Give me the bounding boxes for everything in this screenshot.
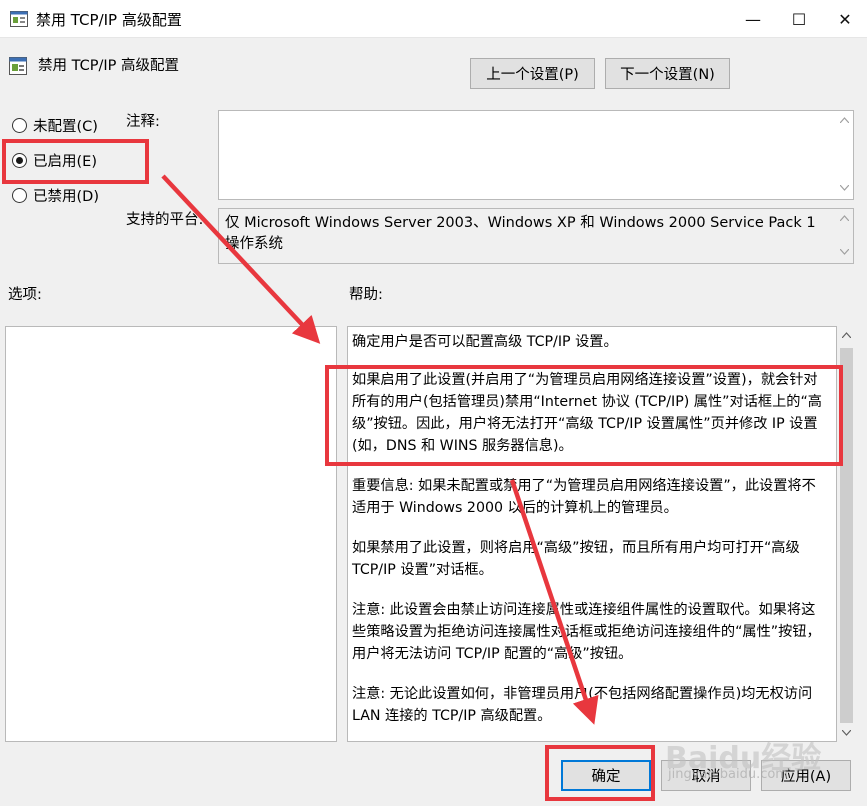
help-paragraph: 重要信息: 如果未配置或禁用了“为管理员启用网络连接设置”，此设置将不适用于 W… bbox=[352, 478, 816, 516]
options-label: 选项: bbox=[8, 287, 42, 303]
radio-not-configured-circle[interactable] bbox=[12, 118, 27, 133]
minimize-icon: — bbox=[745, 9, 761, 29]
policy-name: 禁用 TCP/IP 高级配置 bbox=[38, 58, 179, 74]
next-setting-button[interactable]: 下一个设置(N) bbox=[605, 58, 730, 89]
radio-disabled-circle[interactable] bbox=[12, 188, 27, 203]
close-icon: ✕ bbox=[838, 9, 852, 29]
annotation-box-enabled bbox=[2, 139, 149, 184]
platform-text: 仅 Microsoft Windows Server 2003、Windows … bbox=[218, 208, 854, 264]
radio-disabled-label: 已禁用(D) bbox=[33, 189, 99, 205]
radio-not-configured-label: 未配置(C) bbox=[33, 119, 98, 135]
maximize-icon: ☐ bbox=[791, 9, 807, 29]
scroll-down-icon[interactable] bbox=[840, 185, 849, 191]
comment-textarea[interactable] bbox=[218, 110, 854, 200]
close-button[interactable]: ✕ bbox=[822, 0, 867, 38]
window-title: 禁用 TCP/IP 高级配置 bbox=[36, 11, 182, 29]
annotation-box-help bbox=[325, 365, 843, 466]
policy-editor-icon bbox=[10, 11, 28, 27]
minimize-button[interactable]: — bbox=[730, 0, 776, 38]
previous-setting-button[interactable]: 上一个设置(P) bbox=[470, 58, 595, 89]
help-paragraph: 确定用户是否可以配置高级 TCP/IP 设置。 bbox=[352, 334, 618, 350]
scroll-up-icon[interactable] bbox=[840, 215, 849, 221]
radio-not-configured[interactable]: 未配置(C) bbox=[12, 115, 98, 136]
help-paragraph: 注意: 此设置会由禁止访问连接属性或连接组件属性的设置取代。如果将这些策略设置为… bbox=[352, 602, 821, 662]
comment-scrollbar[interactable] bbox=[836, 111, 853, 199]
help-label: 帮助: bbox=[349, 287, 383, 303]
options-pane bbox=[5, 326, 337, 742]
comment-label: 注释: bbox=[126, 114, 160, 130]
annotation-box-ok bbox=[545, 745, 655, 801]
help-paragraph: 注意: 无论此设置如何，非管理员用户(不包括网络配置操作员)均无权访问 LAN … bbox=[352, 686, 813, 724]
policy-setting-icon bbox=[9, 57, 27, 75]
radio-disabled[interactable]: 已禁用(D) bbox=[12, 185, 99, 206]
platform-scrollbar[interactable] bbox=[836, 209, 853, 263]
platform-label: 支持的平台: bbox=[126, 212, 204, 228]
scroll-down-icon[interactable] bbox=[840, 249, 849, 255]
watermark-url: jingyan.baidu.com bbox=[668, 767, 788, 782]
scroll-up-icon[interactable] bbox=[840, 117, 849, 123]
scroll-down-icon[interactable] bbox=[842, 730, 851, 736]
scroll-up-icon[interactable] bbox=[842, 332, 851, 338]
title-bar: 禁用 TCP/IP 高级配置 — ☐ ✕ bbox=[0, 0, 867, 38]
maximize-button[interactable]: ☐ bbox=[776, 0, 822, 38]
help-paragraph: 如果禁用了此设置，则将启用“高级”按钮，而且所有用户均可打开“高级 TCP/IP… bbox=[352, 540, 800, 578]
